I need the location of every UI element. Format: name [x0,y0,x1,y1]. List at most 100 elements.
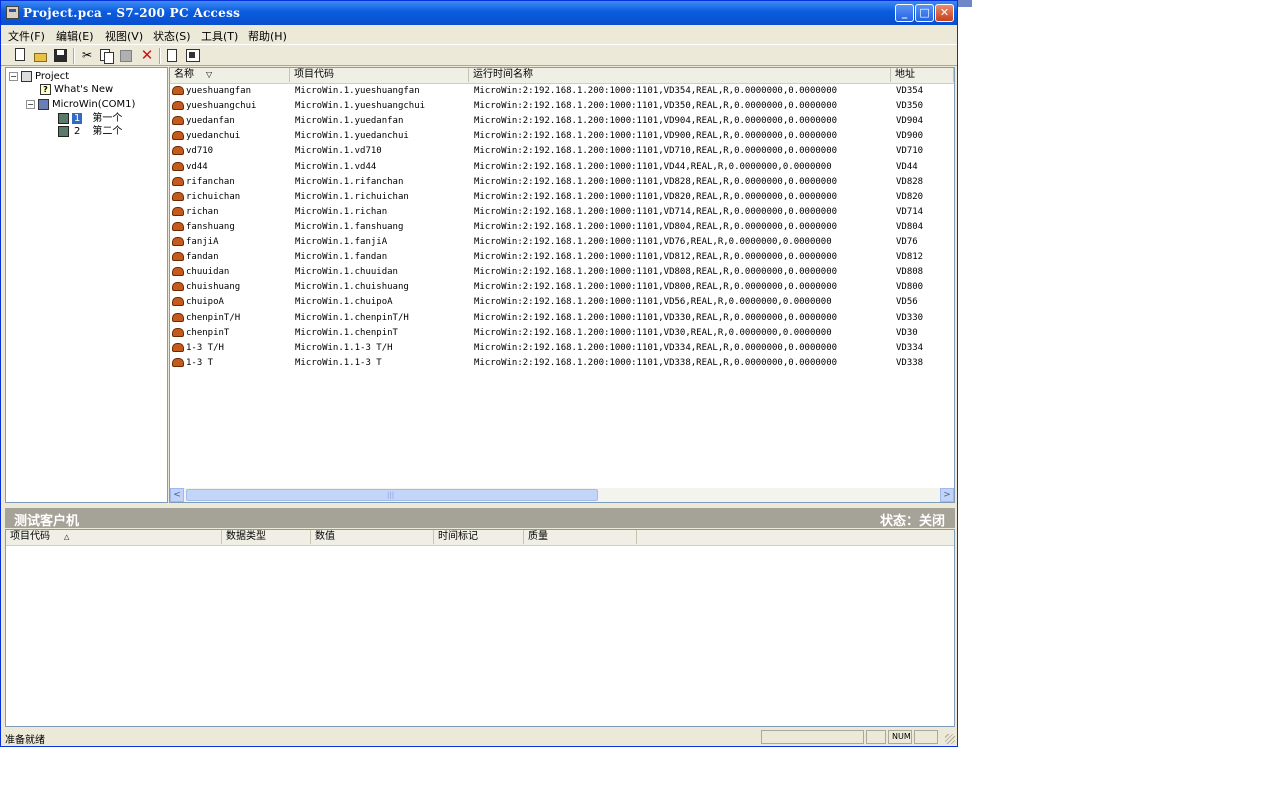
menu-tools[interactable]: 工具(T) [201,28,238,44]
tree-label: 1 [72,113,83,124]
table-row[interactable]: chuishuang MicroWin.1.chuishuang MicroWin:… [170,280,954,295]
horizontal-scrollbar[interactable]: < ||| > [170,488,954,502]
column-header-quality[interactable]: 质量 [524,530,637,544]
cell-runtime-name-text: MicroWin:2:192.168.1.200:1000:1101,VD334… [474,342,838,353]
paste-icon[interactable] [119,48,135,63]
cell-item-code: MicroWin.1.1-3 T/H [295,341,469,356]
column-header-item-code[interactable]: 项目代码 △ [6,530,222,544]
table-row[interactable]: fandan MicroWin.1.fandan MicroWin:2:192.16… [170,250,954,265]
cell-runtime-name-text: MicroWin:2:192.168.1.200:1000:1101,VD904… [474,116,838,127]
app-icon[interactable] [6,6,19,19]
cell-item-code: MicroWin.1.vd710 [295,144,469,159]
collapse-icon[interactable]: − [26,99,35,109]
table-row[interactable]: rifanchan MicroWin.1.rifanchan MicroWin:2:… [170,175,954,190]
cell-item-code: MicroWin.1.rifanchan [295,175,469,190]
cell-runtime-name-text: MicroWin:2:192.168.1.200:1000:1101,VD56,… [474,297,832,308]
column-header-runtime-name[interactable]: 运行时间名称 [469,68,891,82]
tag-item-icon [172,101,184,111]
table-row[interactable]: vd710 MicroWin.1.vd710 MicroWin:2:192.168.… [170,144,954,159]
cell-runtime-name-text: MicroWin:2:192.168.1.200:1000:1101,VD812… [474,252,838,263]
title-bar[interactable]: Project.pca - S7-200 PC Access _ □ ✕ [1,1,957,25]
table-row[interactable]: 1-3 T MicroWin.1.1-3 T MicroWin:2:192.168.… [170,356,954,371]
tree-node-whats-new[interactable]: ? What's New [40,83,113,96]
copy-icon[interactable] [98,48,114,64]
menu-edit[interactable]: 编辑(E) [56,28,94,44]
cell-name-text: chenpinT [186,327,230,338]
new-file-icon[interactable] [15,48,25,61]
menu-help[interactable]: 帮助(H) [248,28,287,44]
cell-item-code: MicroWin.1.yueshuangfan [295,84,469,99]
resize-grip[interactable] [945,734,955,744]
cell-name: yueshuangfan [172,84,290,99]
tree-label: 第二个 [92,126,123,137]
column-header-timestamp[interactable]: 时间标记 [434,530,524,544]
tag-item-icon [172,146,184,156]
tag-item-icon [172,221,184,231]
column-header-data-type[interactable]: 数据类型 [222,530,311,544]
cell-address: VD804 [896,220,954,235]
cell-runtime-name: MicroWin:2:192.168.1.200:1000:1101,VD904… [474,114,891,129]
cut-icon[interactable]: ✂ [79,48,95,63]
new-item-icon[interactable] [185,48,201,63]
cell-item-code-text: MicroWin.1.chuuidan [295,267,398,278]
cell-name-text: vd710 [186,146,214,157]
table-row[interactable]: vd44 MicroWin.1.vd44 MicroWin:2:192.168.1.… [170,160,954,175]
folder-icon [58,112,69,124]
cell-item-code-text: MicroWin.1.fanjiA [295,237,388,247]
tree-node-project[interactable]: − Project [9,70,69,83]
scroll-thumb[interactable]: ||| [186,489,598,501]
tree-node-microwin[interactable]: − MicroWin(COM1) [26,98,135,111]
scroll-left-button[interactable]: < [170,488,184,502]
menu-view[interactable]: 视图(V) [105,28,143,44]
table-row[interactable]: fanjiA MicroWin.1.fanjiA MicroWin:2:192.16… [170,235,954,250]
maximize-button[interactable]: □ [915,4,934,22]
cell-runtime-name-text: MicroWin:2:192.168.1.200:1000:1101,VD710… [474,146,838,157]
tree-node-folder-1[interactable]: 1 第一个 [58,112,122,125]
num-lock-indicator: NUM [888,730,912,744]
save-icon[interactable] [53,48,69,63]
table-row[interactable]: yuedanfan MicroWin.1.yuedanfan MicroWin:2:… [170,114,954,129]
column-header-value[interactable]: 数值 [311,530,434,544]
table-row[interactable]: richuichan MicroWin.1.richuichan MicroWin:… [170,190,954,205]
sort-icon: △ [64,533,70,541]
table-row[interactable]: 1-3 T/H MicroWin.1.1-3 T/H MicroWin:2:192.… [170,341,954,356]
table-row[interactable]: fanshuang MicroWin.1.fanshuang MicroWin:2:… [170,220,954,235]
cell-name: chenpinT/H [172,311,290,326]
collapse-icon[interactable]: − [9,71,18,81]
cell-address: VD44 [896,160,954,175]
menu-status[interactable]: 状态(S) [153,28,191,44]
menu-file[interactable]: 文件(F) [8,28,45,44]
cell-runtime-name: MicroWin:2:192.168.1.200:1000:1101,VD800… [474,280,891,295]
tree-node-folder-2[interactable]: 2 第二个 [58,125,122,138]
new-folder-icon[interactable] [165,48,181,63]
table-row[interactable]: yueshuangfan MicroWin.1.yueshuangfan Micro… [170,84,954,99]
close-button[interactable]: ✕ [935,4,954,22]
table-row[interactable]: chuuidan MicroWin.1.chuuidan MicroWin:2:19… [170,265,954,280]
column-header-address[interactable]: 地址 [891,68,954,82]
open-folder-icon[interactable] [33,48,49,63]
table-row[interactable]: chuipoA MicroWin.1.chuipoA MicroWin:2:192.… [170,295,954,310]
cell-name-text: vd44 [186,161,208,172]
table-row[interactable]: chenpinT MicroWin.1.chenpinT MicroWin:2:19… [170,326,954,341]
toolbar-separator [159,48,161,64]
cell-runtime-name: MicroWin:2:192.168.1.200:1000:1101,VD804… [474,220,891,235]
table-row[interactable]: yueshuangchui MicroWin.1.yueshuangchui Mic… [170,99,954,114]
column-header-name[interactable]: 名称 ▽ [170,68,290,82]
cell-runtime-name: MicroWin:2:192.168.1.200:1000:1101,VD828… [474,175,891,190]
cell-name: fandan [172,250,290,265]
table-row[interactable]: yuedanchui MicroWin.1.yuedanchui MicroWin:… [170,129,954,144]
menu-bar: 文件(F) 编辑(E) 视图(V) 状态(S) 工具(T) 帮助(H) [1,25,957,44]
minimize-button[interactable]: _ [895,4,914,22]
folder-icon [58,125,69,137]
status-panel [866,730,886,744]
cell-item-code-text: MicroWin.1.yuedanfan [295,116,404,127]
cell-address: VD800 [896,280,954,295]
cell-address: VD900 [896,129,954,144]
cell-runtime-name-text: MicroWin:2:192.168.1.200:1000:1101,VD800… [474,282,838,293]
cell-runtime-name: MicroWin:2:192.168.1.200:1000:1101,VD710… [474,144,891,159]
scroll-right-button[interactable]: > [940,488,954,502]
column-header-item-code[interactable]: 项目代码 [290,68,469,82]
delete-icon[interactable]: ✕ [139,48,155,63]
table-row[interactable]: richan MicroWin.1.richan MicroWin:2:192.16… [170,205,954,220]
table-row[interactable]: chenpinT/H MicroWin.1.chenpinT/H MicroWin:… [170,311,954,326]
